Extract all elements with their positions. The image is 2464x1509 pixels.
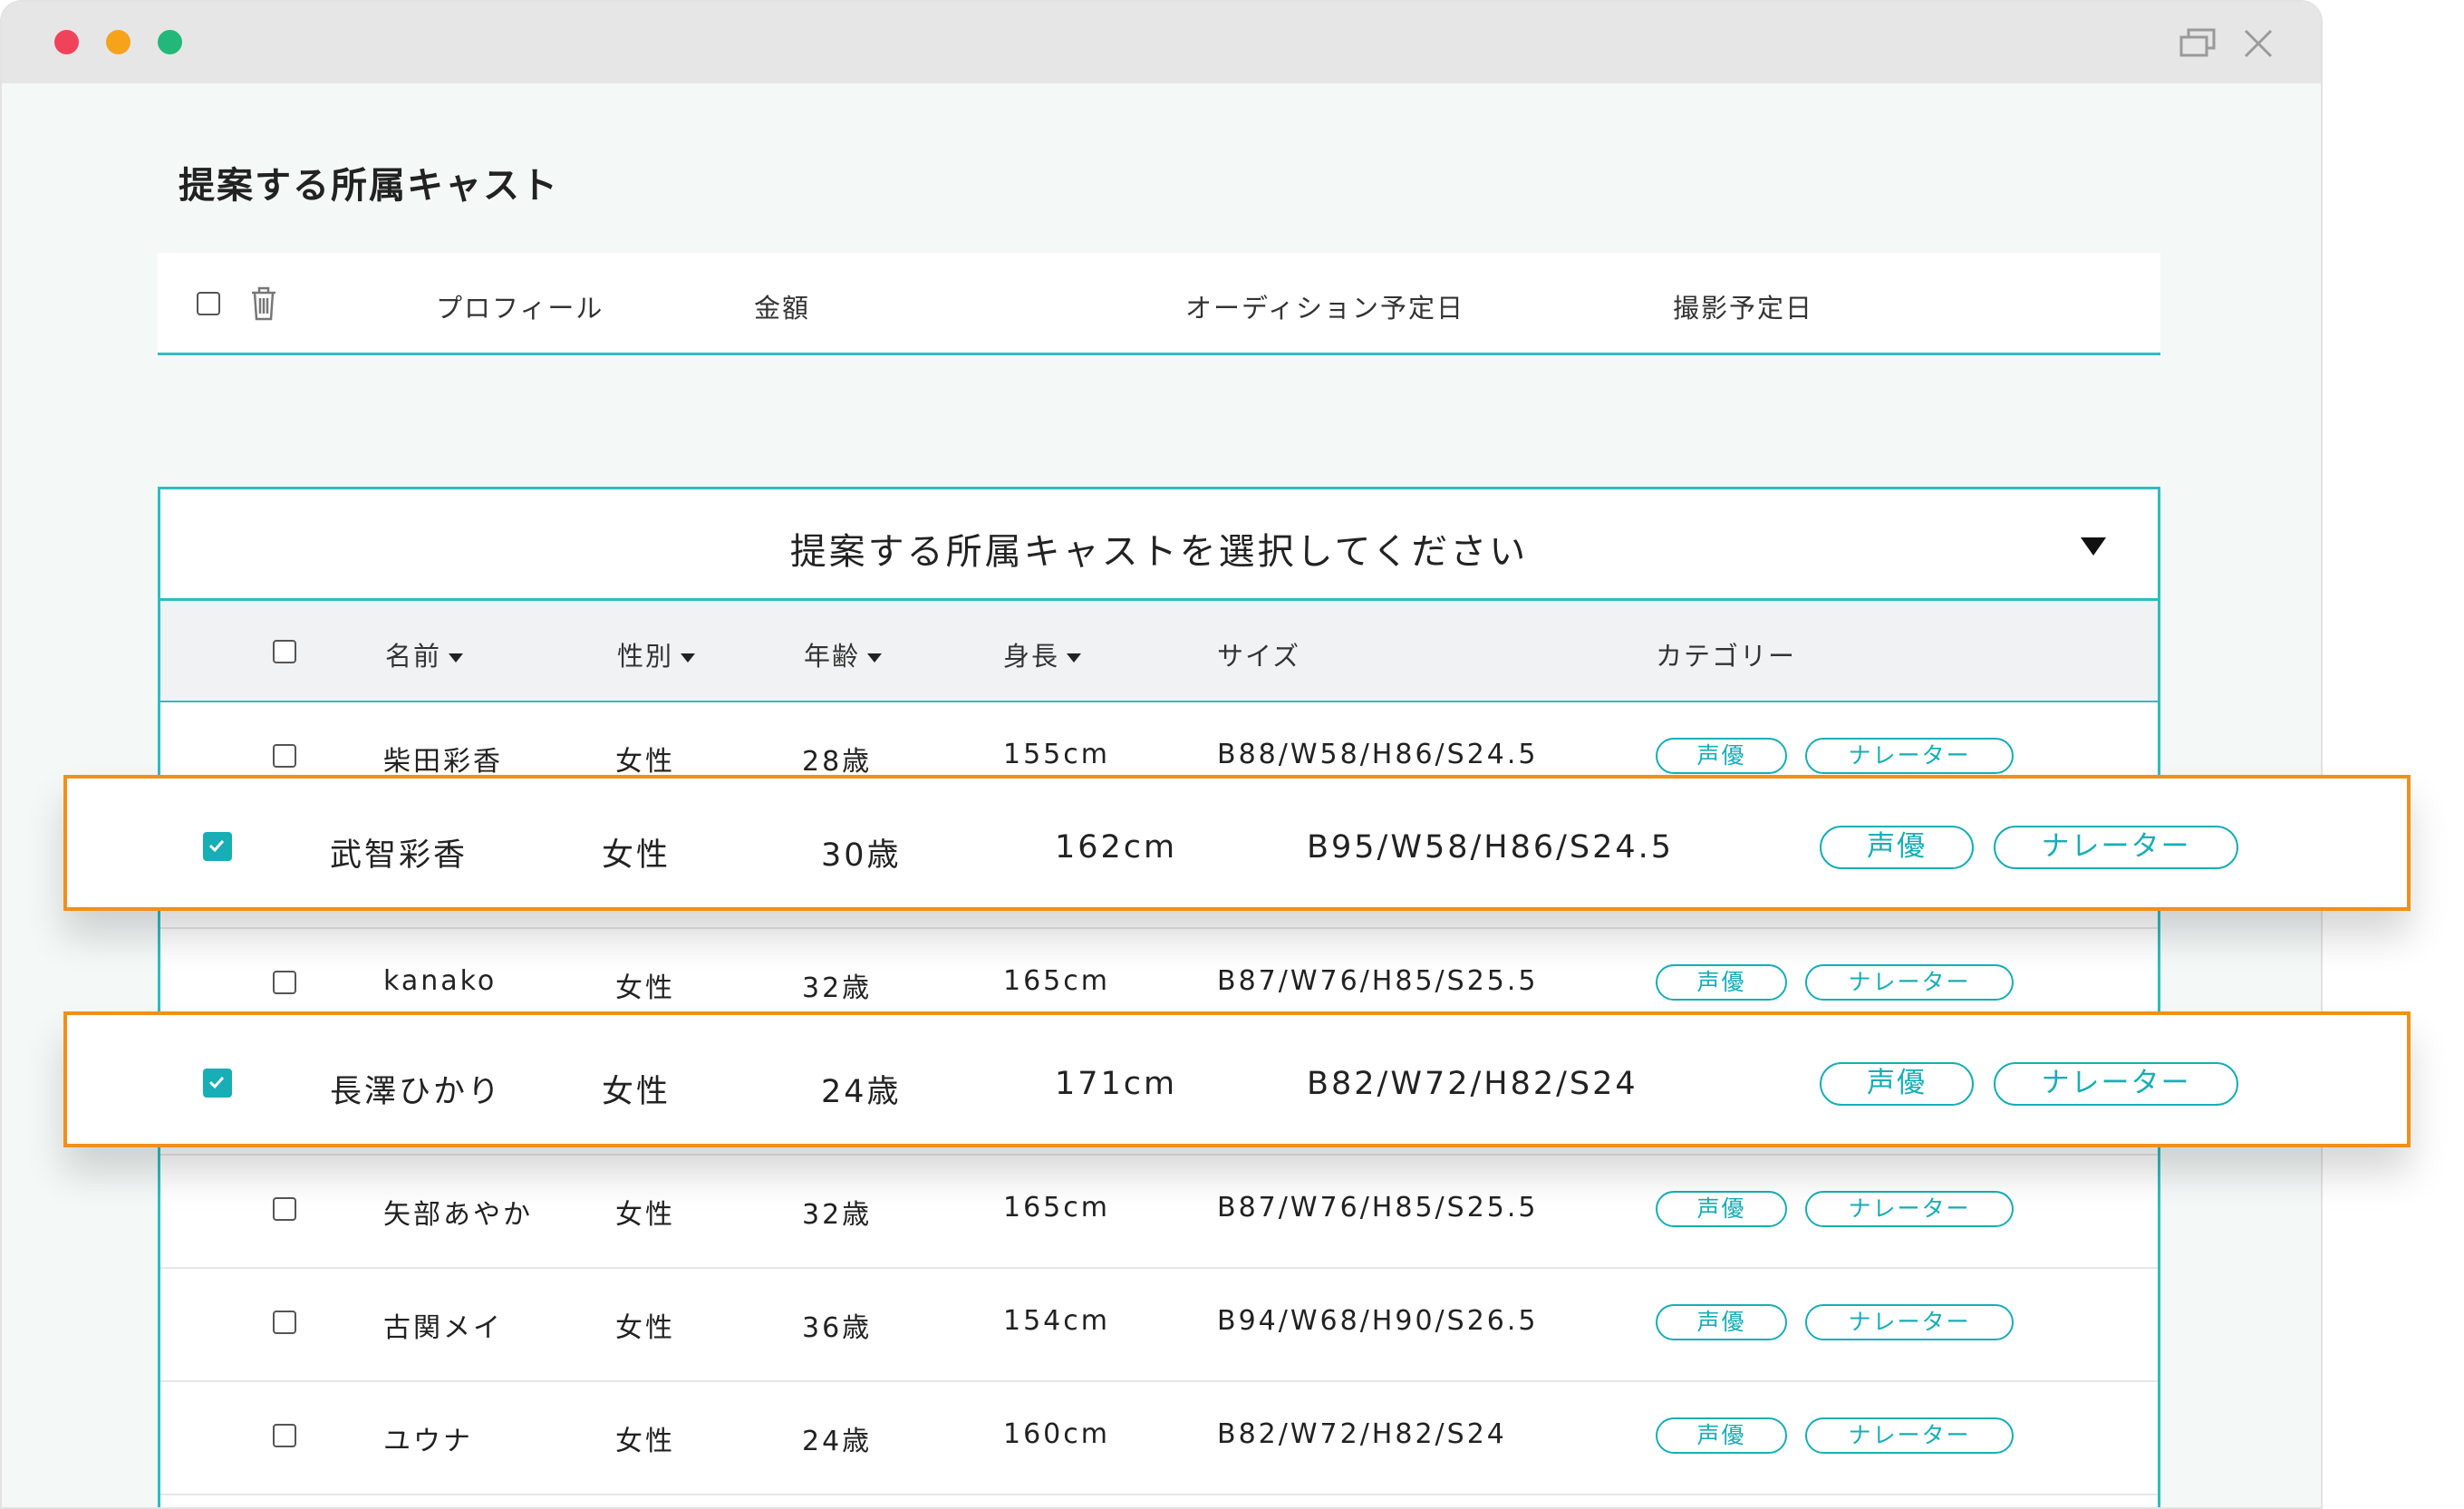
- cast-height: 171cm: [1055, 1066, 1178, 1102]
- sort-down-icon: [681, 653, 696, 663]
- column-profile: プロフィール: [436, 293, 604, 324]
- cast-height: 160cm: [1003, 1418, 1110, 1450]
- cast-age: 32歳: [802, 1199, 873, 1231]
- column-audition-date: オーディション予定日: [1185, 293, 1464, 324]
- tag-narrator: ナレーター: [1994, 826, 2238, 869]
- cast-name: 柴田彩香: [383, 746, 503, 778]
- tag-voice-actor: 声優: [1656, 1304, 1787, 1340]
- cast-gender: 女性: [615, 1312, 675, 1344]
- minimize-window-button[interactable]: [106, 30, 130, 54]
- cast-gender: 女性: [615, 1426, 675, 1457]
- sort-name-header[interactable]: 名前: [385, 635, 464, 673]
- cast-selector-panel: 提案する所属キャストを選択してください 名前 性別 年齢 身長 サイズ カテゴリ…: [158, 487, 2160, 1507]
- row-checkbox[interactable]: [273, 971, 296, 994]
- cast-name: kanako: [383, 965, 498, 997]
- row-checkbox[interactable]: [273, 744, 296, 768]
- cast-size: B95/W58/H86/S24.5: [1307, 829, 1675, 866]
- cast-gender: 女性: [602, 1074, 672, 1110]
- tag-narrator: ナレーター: [1805, 738, 2014, 774]
- cast-height: 165cm: [1003, 965, 1110, 997]
- cast-row[interactable]: 矢部あやか 女性 32歳 165cm B87/W76/H85/S25.5 声優 …: [160, 1156, 2158, 1269]
- size-header: サイズ: [1217, 641, 1301, 672]
- cast-age: 30歳: [821, 837, 902, 874]
- cast-age: 32歳: [802, 972, 873, 1004]
- tag-narrator: ナレーター: [1994, 1062, 2238, 1106]
- sort-height-header[interactable]: 身長: [1003, 635, 1082, 673]
- close-icon[interactable]: [2242, 27, 2275, 60]
- app-window: 提案する所属キャスト プロフィール 金額 オーディション予定日 撮影予定日 提案…: [0, 0, 2323, 1509]
- tag-narrator: ナレーター: [1805, 1191, 2014, 1227]
- row-checkbox[interactable]: [273, 1311, 296, 1334]
- sort-down-icon: [867, 653, 883, 663]
- cast-size: B94/W68/H90/S26.5: [1217, 1305, 1539, 1337]
- tag-voice-actor: 声優: [1820, 1062, 1974, 1106]
- height-header-label: 身長: [1003, 641, 1060, 672]
- cast-select-dropdown[interactable]: 提案する所属キャストを選択してください: [160, 489, 2158, 601]
- cast-gender: 女性: [615, 1199, 675, 1231]
- proposal-table-header: プロフィール 金額 オーディション予定日 撮影予定日: [158, 253, 2160, 355]
- cast-age: 24歳: [802, 1426, 873, 1457]
- close-window-button[interactable]: [54, 30, 79, 54]
- cast-height: 154cm: [1003, 1305, 1110, 1337]
- cast-height: 155cm: [1003, 739, 1110, 770]
- name-header-label: 名前: [385, 641, 442, 672]
- cast-size: B82/W72/H82/S24: [1217, 1418, 1507, 1450]
- cast-size: B82/W72/H82/S24: [1307, 1066, 1638, 1102]
- selected-cast-row[interactable]: 長澤ひかり 女性 24歳 171cm B82/W72/H82/S24 声優 ナレ…: [63, 1011, 2411, 1147]
- cast-height: 162cm: [1055, 829, 1178, 866]
- sort-down-icon: [449, 653, 464, 663]
- restore-icon[interactable]: [2179, 27, 2217, 58]
- cast-name: 武智彩香: [330, 837, 469, 874]
- column-amount: 金額: [754, 293, 811, 324]
- cast-age: 36歳: [802, 1312, 873, 1344]
- tag-voice-actor: 声優: [1820, 826, 1974, 869]
- category-header: カテゴリー: [1656, 641, 1797, 672]
- cast-height: 165cm: [1003, 1192, 1110, 1224]
- cast-gender: 女性: [602, 837, 672, 874]
- column-shooting-date: 撮影予定日: [1673, 293, 1814, 324]
- select-all-checkbox[interactable]: [197, 292, 220, 315]
- cast-name: 矢部あやか: [383, 1199, 533, 1231]
- maximize-window-button[interactable]: [158, 30, 182, 54]
- tag-voice-actor: 声優: [1656, 1417, 1787, 1454]
- page-title: 提案する所属キャスト: [179, 165, 559, 207]
- cast-name: 古関メイ: [383, 1312, 503, 1344]
- cast-size: B88/W58/H86/S24.5: [1217, 739, 1539, 770]
- sort-down-icon: [1067, 653, 1082, 663]
- cast-row[interactable]: ユウナ 女性 24歳 160cm B82/W72/H82/S24 声優 ナレータ…: [160, 1382, 2158, 1495]
- cast-name: 長澤ひかり: [330, 1074, 503, 1110]
- dropdown-arrow-icon[interactable]: [2080, 537, 2107, 556]
- cast-row[interactable]: 古関メイ 女性 36歳 154cm B94/W68/H90/S26.5 声優 ナ…: [160, 1269, 2158, 1382]
- row-checkbox-checked[interactable]: [203, 1069, 232, 1098]
- row-checkbox[interactable]: [273, 1424, 296, 1447]
- tag-voice-actor: 声優: [1656, 1191, 1787, 1227]
- cast-name: ユウナ: [383, 1426, 473, 1457]
- trash-icon[interactable]: [249, 285, 278, 323]
- row-checkbox[interactable]: [273, 1197, 296, 1221]
- cast-gender: 女性: [615, 746, 675, 778]
- selected-cast-row[interactable]: 武智彩香 女性 30歳 162cm B95/W58/H86/S24.5 声優 ナ…: [63, 775, 2411, 911]
- cast-age: 24歳: [821, 1074, 902, 1110]
- tag-voice-actor: 声優: [1656, 738, 1787, 774]
- gender-header-label: 性別: [617, 641, 674, 672]
- cast-size: B87/W76/H85/S25.5: [1217, 1192, 1539, 1224]
- cast-list-header: 名前 性別 年齢 身長 サイズ カテゴリー: [160, 601, 2158, 702]
- row-checkbox-checked[interactable]: [203, 832, 232, 861]
- tag-narrator: ナレーター: [1805, 964, 2014, 1001]
- sort-gender-header[interactable]: 性別: [617, 635, 696, 673]
- cast-gender: 女性: [615, 972, 675, 1004]
- select-all-cast-checkbox[interactable]: [273, 640, 296, 663]
- tag-voice-actor: 声優: [1656, 964, 1787, 1001]
- sort-age-header[interactable]: 年齢: [804, 635, 883, 673]
- tag-narrator: ナレーター: [1805, 1417, 2014, 1454]
- tag-narrator: ナレーター: [1805, 1304, 2014, 1340]
- age-header-label: 年齢: [804, 641, 861, 672]
- cast-age: 28歳: [802, 746, 873, 778]
- title-bar: [2, 2, 2321, 83]
- cast-size: B87/W76/H85/S25.5: [1217, 965, 1539, 997]
- cast-select-placeholder: 提案する所属キャストを選択してください: [789, 531, 1529, 573]
